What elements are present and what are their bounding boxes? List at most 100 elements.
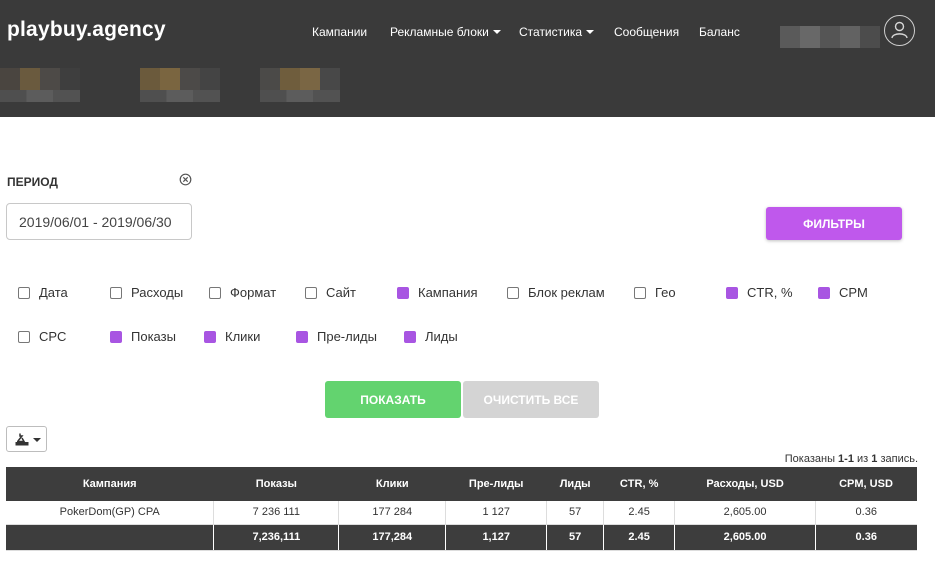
records-suffix: запись. [877, 453, 918, 465]
checkbox-box[interactable] [507, 286, 519, 299]
nav-item-balance[interactable]: Баланс [699, 25, 740, 39]
checkbox-box[interactable] [110, 286, 122, 299]
table-cell: 2,605.00 [674, 501, 817, 525]
export-icon [15, 433, 29, 446]
user-name-redacted [780, 26, 880, 48]
checkbox-label: CPM [839, 285, 868, 300]
nav-item-statistics[interactable]: Статистика [519, 25, 595, 39]
clear-all-button[interactable]: ОЧИСТИТЬ ВСЕ [463, 381, 599, 418]
stats-table: Кампания Показы Клики Пре-лиды Лиды CTR,… [6, 467, 917, 551]
top-navbar: playbuy.agency Кампании Рекламные блоки … [0, 0, 935, 117]
user-icon[interactable] [884, 15, 915, 46]
checkbox-box[interactable] [18, 330, 30, 343]
checkbox-box-checked[interactable] [818, 286, 830, 299]
redacted-stat-2 [140, 68, 220, 102]
total-cell: 7,236,111 [213, 524, 340, 551]
checkbox-cpm[interactable]: CPM [818, 285, 868, 300]
checkbox-expenses[interactable]: Расходы [110, 285, 183, 300]
checkbox-box[interactable] [305, 286, 317, 299]
checkbox-label: CPC [39, 329, 67, 344]
total-cell: 177,284 [338, 524, 447, 551]
checkbox-label: Показы [131, 329, 176, 344]
export-dropdown-button[interactable] [6, 426, 47, 452]
checkbox-box-checked[interactable] [110, 330, 122, 343]
checkbox-label: Гео [655, 285, 676, 300]
clear-date-icon[interactable] [179, 173, 192, 186]
nav-item-label: Сообщения [614, 25, 680, 39]
total-cell: 2.45 [603, 524, 676, 551]
column-header[interactable]: Пре-лиды [445, 467, 548, 501]
filters-button[interactable]: ФИЛЬТРЫ [766, 207, 902, 240]
total-cell [6, 524, 215, 551]
column-header[interactable]: Лиды [546, 467, 605, 501]
total-cell: 0.36 [815, 524, 917, 551]
column-header[interactable]: CPM, USD [815, 467, 917, 501]
table-cell: 0.36 [815, 501, 917, 525]
column-header[interactable]: Клики [338, 467, 447, 501]
table-cell: 57 [546, 501, 605, 525]
table-cell: 2.45 [603, 501, 676, 525]
chevron-down-icon [492, 29, 501, 34]
checkbox-site[interactable]: Сайт [305, 285, 356, 300]
checkbox-format[interactable]: Формат [209, 285, 276, 300]
checkbox-box-checked[interactable] [404, 330, 416, 343]
nav-item-ad-blocks[interactable]: Рекламные блоки [390, 25, 501, 39]
column-header[interactable]: CTR, % [603, 467, 676, 501]
checkbox-box[interactable] [18, 286, 30, 299]
checkbox-label: Кампания [418, 285, 478, 300]
records-mid: из [853, 453, 872, 465]
nav-item-campaigns[interactable]: Кампании [312, 25, 367, 39]
checkbox-label: Сайт [326, 285, 356, 300]
checkbox-campaign[interactable]: Кампания [397, 285, 478, 300]
redacted-stat-3 [260, 68, 340, 102]
checkbox-clicks[interactable]: Клики [204, 329, 260, 344]
checkbox-box-checked[interactable] [397, 286, 409, 299]
checkbox-pre-leads[interactable]: Пре-лиды [296, 329, 377, 344]
nav-item-messages[interactable]: Сообщения [614, 25, 679, 39]
checkbox-label: Блок реклам [528, 285, 605, 300]
checkbox-label: Пре-лиды [317, 329, 377, 344]
checkbox-cpc[interactable]: CPC [18, 329, 66, 344]
checkbox-label: Клики [225, 329, 261, 344]
checkbox-geo[interactable]: Гео [634, 285, 676, 300]
checkbox-date[interactable]: Дата [18, 285, 68, 300]
checkbox-ctr[interactable]: CTR, % [726, 285, 793, 300]
chevron-down-icon [586, 29, 595, 34]
show-button[interactable]: ПОКАЗАТЬ [325, 381, 461, 418]
checkbox-label: Дата [39, 285, 68, 300]
date-range-input[interactable] [6, 203, 192, 240]
checkbox-label: Лиды [425, 329, 458, 344]
column-header[interactable]: Расходы, USD [674, 467, 817, 501]
checkbox-label: CTR, % [747, 285, 793, 300]
checkbox-box-checked[interactable] [726, 286, 738, 299]
checkbox-box-checked[interactable] [204, 330, 216, 343]
checkbox-label: Формат [230, 285, 277, 300]
checkbox-impressions[interactable]: Показы [110, 329, 176, 344]
total-cell: 1,127 [445, 524, 548, 551]
checkbox-label: Расходы [131, 285, 184, 300]
column-header[interactable]: Кампания [6, 467, 215, 501]
records-range: 1-1 [838, 453, 854, 465]
table-cell: 7 236 111 [213, 501, 340, 525]
table-cell: 1 127 [445, 501, 548, 525]
chevron-down-icon [33, 438, 41, 442]
logo[interactable]: playbuy.agency [7, 18, 166, 42]
records-count: Показаны 1-1 из 1 запись. [785, 453, 918, 465]
checkbox-box-checked[interactable] [296, 330, 308, 343]
total-cell: 2,605.00 [674, 524, 817, 551]
checkbox-leads[interactable]: Лиды [404, 329, 458, 344]
nav-item-label: Кампании [312, 25, 368, 39]
checkbox-ad-block[interactable]: Блок реклам [507, 285, 605, 300]
user-icon-glyph [891, 21, 908, 39]
period-label: ПЕРИОД [7, 175, 58, 189]
checkbox-box[interactable] [209, 286, 221, 299]
checkbox-box[interactable] [634, 286, 646, 299]
nav-item-label: Рекламные блоки [390, 25, 489, 39]
table-cell: 177 284 [338, 501, 447, 525]
table-cell: PokerDom(GP) CPA [6, 501, 215, 525]
nav-item-label: Баланс [699, 25, 740, 39]
table-header-row: Кампания Показы Клики Пре-лиды Лиды CTR,… [6, 467, 917, 501]
records-prefix: Показаны [784, 453, 839, 465]
table-totals-row: 7,236,111 177,284 1,127 57 2.45 2,605.00… [6, 524, 917, 551]
column-header[interactable]: Показы [213, 467, 340, 501]
